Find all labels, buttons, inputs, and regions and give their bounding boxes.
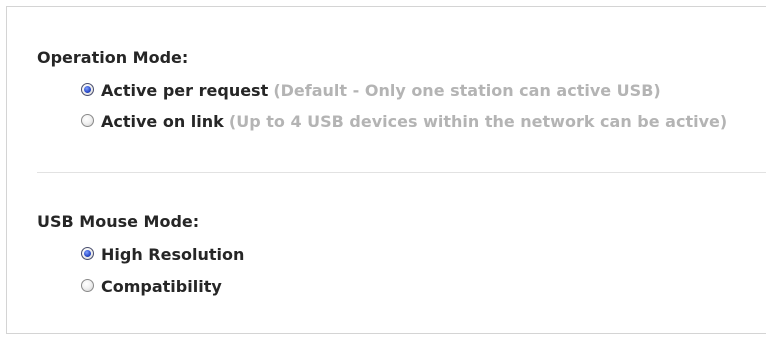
operation-mode-section: Operation Mode: Active per request (Defa… bbox=[37, 47, 766, 136]
option-compatibility[interactable]: Compatibility bbox=[81, 273, 766, 301]
option-label: High Resolution bbox=[101, 245, 245, 264]
usb-mouse-mode-section: USB Mouse Mode: High Resolution Compatib… bbox=[37, 211, 766, 301]
option-high-resolution[interactable]: High Resolution bbox=[81, 241, 766, 269]
radio-unselected-icon[interactable] bbox=[81, 114, 94, 127]
option-active-on-link[interactable]: Active on link (Up to 4 USB devices with… bbox=[81, 108, 766, 136]
radio-unselected-icon[interactable] bbox=[81, 279, 94, 292]
radio-selected-icon[interactable] bbox=[81, 83, 94, 96]
option-label: Active on link bbox=[101, 112, 224, 131]
usb-mouse-mode-title: USB Mouse Mode: bbox=[37, 212, 200, 231]
section-divider bbox=[37, 172, 766, 173]
option-note: (Up to 4 USB devices within the network … bbox=[228, 112, 728, 131]
option-note: (Default - Only one station can active U… bbox=[273, 81, 661, 100]
option-label: Compatibility bbox=[101, 277, 222, 296]
operation-mode-title: Operation Mode: bbox=[37, 48, 189, 67]
option-label: Active per request bbox=[101, 81, 269, 100]
settings-panel: Operation Mode: Active per request (Defa… bbox=[6, 6, 766, 334]
radio-selected-icon[interactable] bbox=[81, 247, 94, 260]
option-active-per-request[interactable]: Active per request (Default - Only one s… bbox=[81, 77, 766, 105]
